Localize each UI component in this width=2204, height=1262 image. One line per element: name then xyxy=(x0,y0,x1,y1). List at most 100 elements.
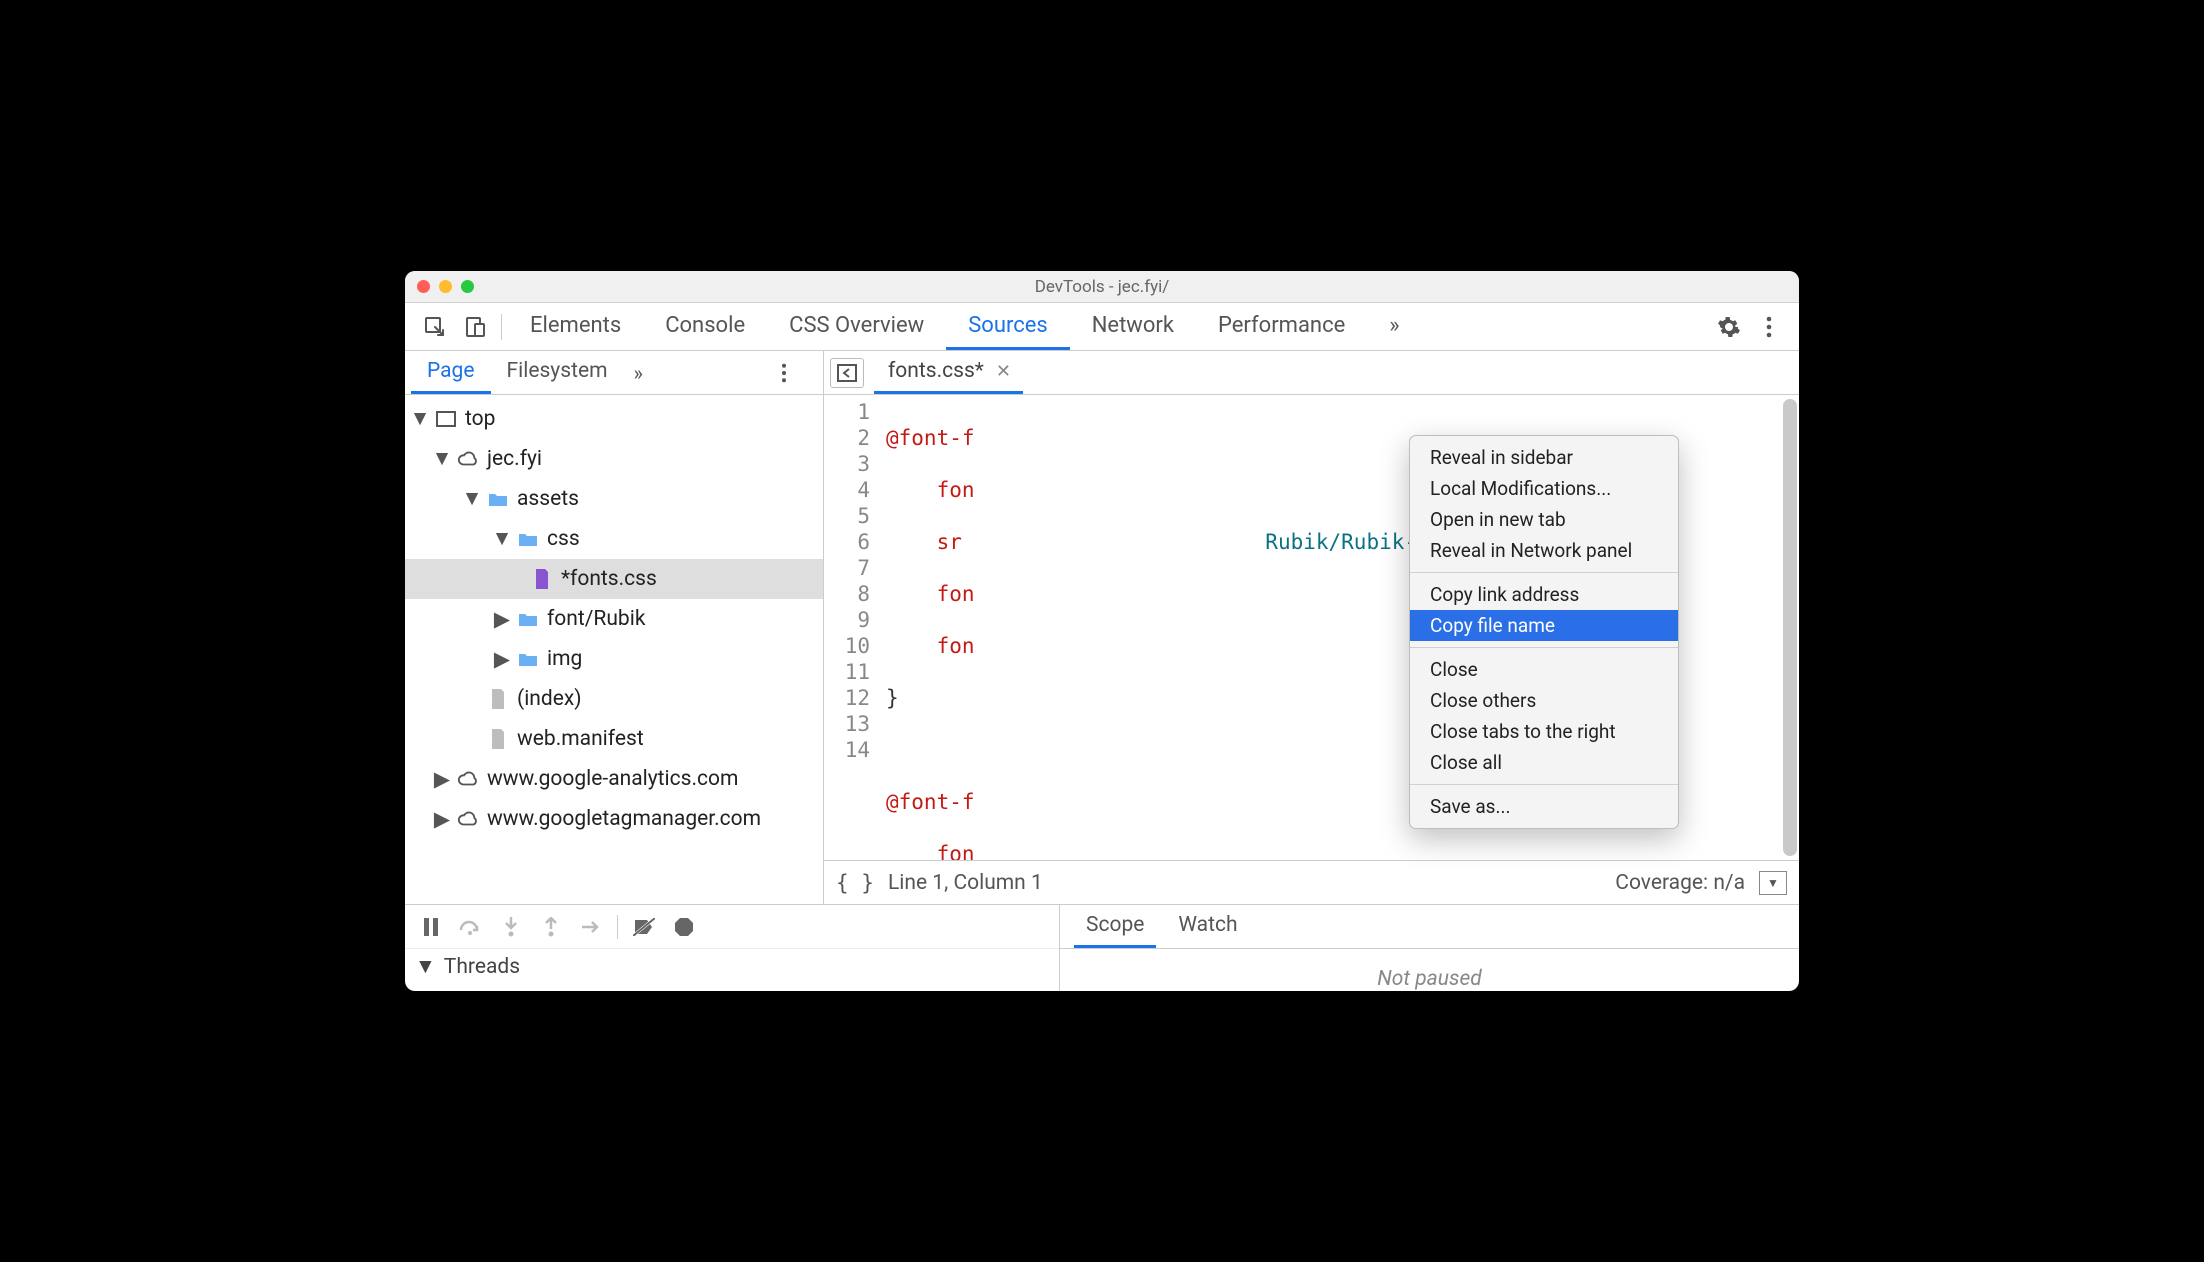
tab-scope[interactable]: Scope xyxy=(1074,905,1156,948)
cursor-position: Line 1, Column 1 xyxy=(888,871,1043,895)
tree-label: *fonts.css xyxy=(561,567,657,591)
editor-panel: fonts.css* ✕ 1 2 3 4 5 6 7 8 9 10 11 12 … xyxy=(824,351,1799,904)
tree-label: css xyxy=(547,527,580,551)
step-icon[interactable] xyxy=(573,909,609,945)
close-tab-icon[interactable]: ✕ xyxy=(992,359,1015,384)
pause-icon[interactable] xyxy=(413,909,449,945)
main-tabs: Elements Console CSS Overview Sources Ne… xyxy=(405,303,1799,351)
tabs-overflow-icon[interactable]: » xyxy=(1367,303,1421,350)
tab-performance[interactable]: Performance xyxy=(1196,303,1367,350)
menu-close-right[interactable]: Close tabs to the right xyxy=(1410,716,1678,747)
separator xyxy=(501,314,502,340)
folder-icon xyxy=(517,528,539,550)
tab-watch[interactable]: Watch xyxy=(1166,905,1249,948)
chevron-right-icon: ▶ xyxy=(495,647,509,672)
file-tab-label: fonts.css* xyxy=(888,359,984,383)
navigator-tabs: Page Filesystem » xyxy=(405,351,823,395)
editor-scrollbar[interactable] xyxy=(1783,399,1797,856)
file-icon xyxy=(487,728,509,750)
chevron-right-icon: ▶ xyxy=(435,767,449,792)
tree-label: web.manifest xyxy=(517,727,644,751)
menu-separator xyxy=(1410,784,1678,785)
file-tree[interactable]: ▼ top ▼ jec.fyi ▼ assets ▼ css xyxy=(405,395,823,904)
tab-css-overview[interactable]: CSS Overview xyxy=(767,303,946,350)
format-button[interactable]: { } xyxy=(836,871,874,895)
frame-icon xyxy=(435,408,457,430)
line-gutter: 1 2 3 4 5 6 7 8 9 10 11 12 13 14 xyxy=(824,395,880,860)
scope-tabs: Scope Watch xyxy=(1060,905,1799,949)
file-tab-fonts-css[interactable]: fonts.css* ✕ xyxy=(874,351,1023,394)
tree-row-fonts-css[interactable]: *fonts.css xyxy=(405,559,823,599)
menu-separator xyxy=(1410,572,1678,573)
gear-icon[interactable] xyxy=(1709,307,1749,347)
tab-elements[interactable]: Elements xyxy=(508,303,643,350)
nav-tabs-overflow-icon[interactable]: » xyxy=(624,361,653,385)
chevron-right-icon: ▶ xyxy=(495,607,509,632)
nav-kebab-icon[interactable] xyxy=(781,363,817,383)
tree-row-top[interactable]: ▼ top xyxy=(405,399,823,439)
window-title: DevTools - jec.fyi/ xyxy=(405,277,1799,297)
nav-tab-page[interactable]: Page xyxy=(411,351,491,394)
devtools-window: DevTools - jec.fyi/ Elements Console CSS… xyxy=(405,271,1799,991)
pause-on-exceptions-icon[interactable] xyxy=(666,909,702,945)
tree-label: jec.fyi xyxy=(487,447,542,471)
chevron-down-icon: ▼ xyxy=(495,527,509,551)
editor-tabs: fonts.css* ✕ xyxy=(824,351,1799,395)
deactivate-breakpoints-icon[interactable] xyxy=(626,909,662,945)
step-out-icon[interactable] xyxy=(533,909,569,945)
kebab-menu-icon[interactable] xyxy=(1749,307,1789,347)
coverage-status: Coverage: n/a xyxy=(1615,871,1745,895)
step-into-icon[interactable] xyxy=(493,909,529,945)
cloud-icon xyxy=(457,768,479,790)
tree-row-manifest[interactable]: web.manifest xyxy=(405,719,823,759)
menu-open-new-tab[interactable]: Open in new tab xyxy=(1410,504,1678,535)
folder-icon xyxy=(487,488,509,510)
threads-section[interactable]: ▼ Threads xyxy=(405,949,1059,985)
navigator-panel: Page Filesystem » ▼ top ▼ jec.fyi xyxy=(405,351,824,904)
menu-separator xyxy=(1410,647,1678,648)
tab-console[interactable]: Console xyxy=(643,303,767,350)
coverage-toggle-icon[interactable]: ▼ xyxy=(1759,871,1787,895)
file-icon xyxy=(487,688,509,710)
folder-icon xyxy=(517,608,539,630)
menu-save-as[interactable]: Save as... xyxy=(1410,791,1678,822)
device-toolbar-icon[interactable] xyxy=(455,307,495,347)
menu-reveal-sidebar[interactable]: Reveal in sidebar xyxy=(1410,442,1678,473)
tree-row-img[interactable]: ▶ img xyxy=(405,639,823,679)
tab-network[interactable]: Network xyxy=(1070,303,1196,350)
tab-sources[interactable]: Sources xyxy=(946,303,1070,350)
tree-row-assets[interactable]: ▼ assets xyxy=(405,479,823,519)
chevron-down-icon: ▼ xyxy=(413,407,427,431)
menu-close-all[interactable]: Close all xyxy=(1410,747,1678,778)
menu-close[interactable]: Close xyxy=(1410,654,1678,685)
debugger-toolbar xyxy=(405,905,1059,949)
tab-context-menu: Reveal in sidebar Local Modifications...… xyxy=(1409,435,1679,829)
tree-row-domain[interactable]: ▼ jec.fyi xyxy=(405,439,823,479)
cloud-icon xyxy=(457,808,479,830)
menu-close-others[interactable]: Close others xyxy=(1410,685,1678,716)
folder-icon xyxy=(517,648,539,670)
tree-row-font-rubik[interactable]: ▶ font/Rubik xyxy=(405,599,823,639)
tree-label: font/Rubik xyxy=(547,607,645,631)
tree-row-ga[interactable]: ▶ www.google-analytics.com xyxy=(405,759,823,799)
menu-copy-link[interactable]: Copy link address xyxy=(1410,579,1678,610)
inspect-icon[interactable] xyxy=(415,307,455,347)
tree-row-index[interactable]: (index) xyxy=(405,679,823,719)
chevron-down-icon: ▼ xyxy=(415,955,436,979)
step-over-icon[interactable] xyxy=(453,909,489,945)
menu-copy-file-name[interactable]: Copy file name xyxy=(1410,610,1678,641)
toggle-navigator-icon[interactable] xyxy=(830,358,864,388)
menu-reveal-network[interactable]: Reveal in Network panel xyxy=(1410,535,1678,566)
menu-local-modifications[interactable]: Local Modifications... xyxy=(1410,473,1678,504)
tree-label: top xyxy=(465,407,495,431)
tree-label: assets xyxy=(517,487,579,511)
not-paused-label: Not paused xyxy=(1060,949,1799,991)
tree-label: www.google-analytics.com xyxy=(487,767,738,791)
tree-label: www.googletagmanager.com xyxy=(487,807,761,831)
tree-row-gtm[interactable]: ▶ www.googletagmanager.com xyxy=(405,799,823,839)
nav-tab-filesystem[interactable]: Filesystem xyxy=(491,351,624,394)
debugger-panel: ▼ Threads Scope Watch Not paused xyxy=(405,905,1799,991)
editor-statusbar: { } Line 1, Column 1 Coverage: n/a ▼ xyxy=(824,860,1799,904)
tree-row-css[interactable]: ▼ css xyxy=(405,519,823,559)
chevron-right-icon: ▶ xyxy=(435,807,449,832)
